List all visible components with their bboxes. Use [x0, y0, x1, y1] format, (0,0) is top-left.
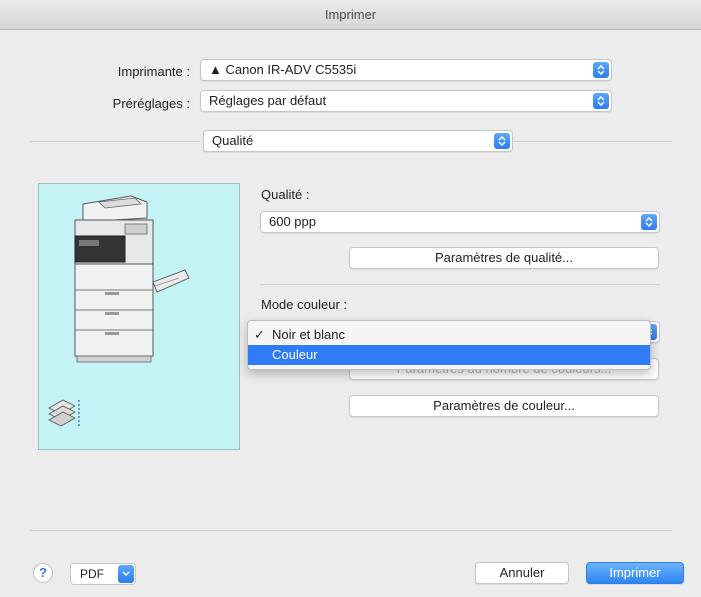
quality-value: 600 ppp: [269, 214, 316, 229]
pane-stepper-icon: [494, 133, 510, 149]
presets-value: Réglages par défaut: [209, 93, 327, 108]
cancel-button[interactable]: Annuler: [475, 562, 569, 584]
menu-item-label: Couleur: [272, 347, 318, 362]
checkmark-icon: ✓: [254, 327, 265, 342]
printer-preview: [38, 183, 240, 450]
presets-popup[interactable]: Réglages par défaut: [200, 90, 612, 112]
chevron-down-icon: [118, 565, 134, 583]
separator-left: [30, 141, 200, 142]
printer-label: Imprimante :: [117, 64, 190, 79]
pane-value: Qualité: [212, 133, 254, 148]
help-button[interactable]: ?: [33, 563, 53, 583]
color-mode-label: Mode couleur :: [261, 297, 347, 312]
quality-label: Qualité :: [261, 187, 310, 202]
quality-stepper-icon: [641, 214, 657, 230]
printer-value: ▲ Canon IR-ADV C5535i: [209, 62, 357, 77]
menu-item-couleur[interactable]: Couleur: [248, 345, 650, 365]
color-mode-menu: ✓ Noir et blanc Couleur: [247, 320, 651, 370]
pane-popup[interactable]: Qualité: [203, 130, 513, 152]
quality-settings-button[interactable]: Paramètres de qualité...: [349, 247, 659, 269]
separator-right: [512, 141, 672, 142]
presets-stepper-icon: [593, 93, 609, 109]
print-dialog: Imprimer Imprimante : ▲ Canon IR-ADV C55…: [0, 0, 701, 597]
window-title: Imprimer: [0, 0, 701, 30]
separator-bottom: [30, 530, 672, 531]
pdf-label: PDF: [80, 567, 104, 581]
menu-item-noir-et-blanc[interactable]: ✓ Noir et blanc: [248, 325, 650, 345]
printer-popup[interactable]: ▲ Canon IR-ADV C5535i: [200, 59, 612, 81]
print-button[interactable]: Imprimer: [586, 562, 684, 584]
menu-item-label: Noir et blanc: [272, 327, 345, 342]
copier-illustration-icon: [48, 195, 190, 428]
presets-label: Préréglages :: [112, 96, 190, 111]
quality-popup[interactable]: 600 ppp: [260, 211, 660, 233]
separator-middle: [260, 284, 660, 285]
color-settings-button[interactable]: Paramètres de couleur...: [349, 395, 659, 417]
printer-stepper-icon: [593, 62, 609, 78]
pdf-menu-button[interactable]: PDF: [70, 563, 136, 585]
